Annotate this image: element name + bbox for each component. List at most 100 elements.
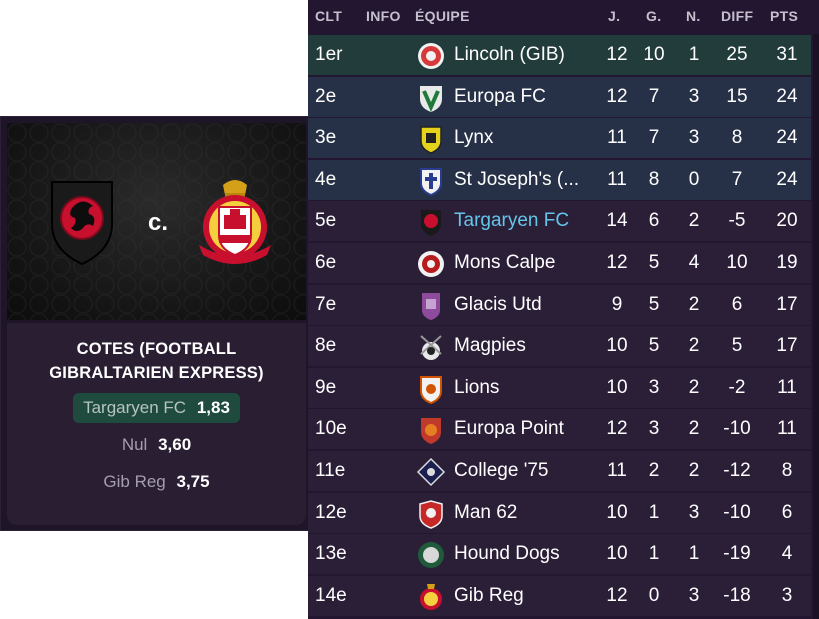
gibraltar-crest-icon[interactable] [195,175,275,271]
won-cell: 5 [648,293,660,315]
col-header-clt[interactable]: CLT [315,8,342,24]
match-header: c. [7,123,306,320]
team-name-link[interactable]: Man 62 [454,493,604,533]
points-cell: 4 [781,543,793,565]
goal-diff-cell: -2 [728,376,746,398]
points-cell: 11 [777,418,797,440]
lincoln-crest-icon [418,43,444,69]
table-row-10[interactable]: 10e Europa Point 12 3 2 -10 11 [308,409,811,450]
won-cell: 8 [648,168,660,190]
team-name-link[interactable]: Gib Reg [454,576,604,616]
col-header-diff[interactable]: DIFF [721,8,753,24]
magpies-crest-icon [420,335,442,361]
goal-diff-cell: -5 [728,210,746,232]
table-row-12[interactable]: 12e Man 62 10 1 3 -10 6 [308,492,811,533]
points-cell: 24 [776,127,798,149]
versus-label: c. [147,209,168,236]
points-cell: 24 [776,85,798,107]
st-josephs-crest-icon [420,167,442,196]
team-name-link[interactable]: Lions [454,368,604,408]
drawn-cell: 2 [688,293,700,315]
points-cell: 8 [781,460,793,481]
table-row-4[interactable]: 4e St Joseph's (... 11 8 0 7 24 [308,159,811,200]
odds-draw[interactable]: Nul 3,60 [7,430,306,460]
played-cell: 12 [606,252,628,273]
dragon-crest-icon[interactable] [47,178,117,268]
position-cell: 10e [315,418,347,440]
goal-diff-cell: 25 [726,44,748,65]
played-cell: 12 [606,418,628,440]
team-name-link[interactable]: Europa Point [454,409,604,449]
played-cell: 12 [606,584,628,606]
odds-label: Gib Reg [103,472,166,491]
team-name-link[interactable]: Europa FC [454,77,604,117]
goal-diff-cell: -12 [723,460,751,481]
odds-title: COTES (FOOTBALL GIBRALTARIEN EXPRESS) [49,340,264,382]
table-row-11[interactable]: 11e College '75 11 2 2 -12 8 [308,451,811,491]
won-cell: 6 [648,210,660,232]
points-cell: 24 [776,168,798,190]
goal-diff-cell: -18 [723,584,751,606]
odds-away-win[interactable]: Gib Reg 3,75 [7,467,306,497]
played-cell: 10 [606,501,628,523]
col-header-info[interactable]: INFO [366,8,401,24]
gib-reg-crest-icon [420,583,442,610]
col-header-pts[interactable]: PTS [770,8,798,24]
team-name-link[interactable]: Mons Calpe [454,243,604,283]
drawn-cell: 4 [688,252,700,273]
won-cell: 1 [648,543,660,565]
drawn-cell: 3 [688,501,700,523]
played-cell: 10 [606,376,628,398]
won-cell: 5 [648,335,660,357]
table-row-8[interactable]: 8e Magpies 10 5 2 5 17 [308,326,811,367]
goal-diff-cell: -10 [723,501,751,523]
team-name-link[interactable]: St Joseph's (... [454,160,604,200]
team-name-link[interactable]: Lynx [454,118,604,158]
played-cell: 10 [606,543,628,565]
team-name-link[interactable]: College '75 [454,451,604,491]
drawn-cell: 3 [688,85,700,107]
drawn-cell: 3 [688,584,700,606]
table-row-5[interactable]: 5e Targaryen FC 14 6 2 -5 20 [308,201,811,242]
position-cell: 2e [315,85,337,107]
table-row-3[interactable]: 3e Lynx 11 7 3 8 24 [308,118,811,159]
col-header-g[interactable]: G. [646,8,661,24]
odds-home-win[interactable]: Targaryen FC 1,83 [7,393,306,423]
col-header-j[interactable]: J. [608,8,620,24]
goal-diff-cell: 15 [726,85,748,107]
glacis-crest-icon [422,292,440,320]
position-cell: 4e [315,168,337,190]
drawn-cell: 2 [688,210,700,232]
won-cell: 10 [643,44,665,65]
played-cell: 11 [607,168,627,190]
goal-diff-cell: -10 [723,418,751,440]
odds-label: Targaryen FC [83,398,187,417]
table-row-7[interactable]: 7e Glacis Utd 9 5 2 6 17 [308,284,811,325]
table-header: CLT INFO ÉQUIPE J. G. N. DIFF PTS [308,0,819,34]
scrollbar[interactable] [813,34,819,619]
team-name-link[interactable]: Lincoln (GIB) [454,35,604,75]
lions-crest-icon [420,375,442,404]
team-name-link[interactable]: Hound Dogs [454,534,604,574]
team-name-link[interactable]: Magpies [454,326,604,366]
played-cell: 12 [606,44,628,65]
played-cell: 9 [611,293,623,315]
table-row-1[interactable]: 1er Lincoln (GIB) 12 10 1 25 31 [308,35,811,75]
table-row-13[interactable]: 13e Hound Dogs 10 1 1 -19 4 [308,534,811,575]
goal-diff-cell: 5 [731,335,743,357]
played-cell: 10 [606,335,628,357]
targaryen-crest-icon [421,210,441,237]
drawn-cell: 2 [688,460,700,481]
table-row-6[interactable]: 6e Mons Calpe 12 5 4 10 19 [308,243,811,283]
table-row-14[interactable]: 14e Gib Reg 12 0 3 -18 3 [308,575,811,616]
lynx-crest-icon [420,126,442,154]
europa-point-crest-icon [421,418,441,445]
col-header-n[interactable]: N. [686,8,701,24]
team-name-link[interactable]: Targaryen FC [454,201,604,241]
col-header-team[interactable]: ÉQUIPE [415,8,470,24]
position-cell: 8e [315,335,337,357]
position-cell: 13e [315,543,347,565]
table-row-2[interactable]: 2e Europa FC 12 7 3 15 24 [308,76,811,117]
team-name-link[interactable]: Glacis Utd [454,285,604,325]
table-row-9[interactable]: 9e Lions 10 3 2 -2 11 [308,367,811,408]
